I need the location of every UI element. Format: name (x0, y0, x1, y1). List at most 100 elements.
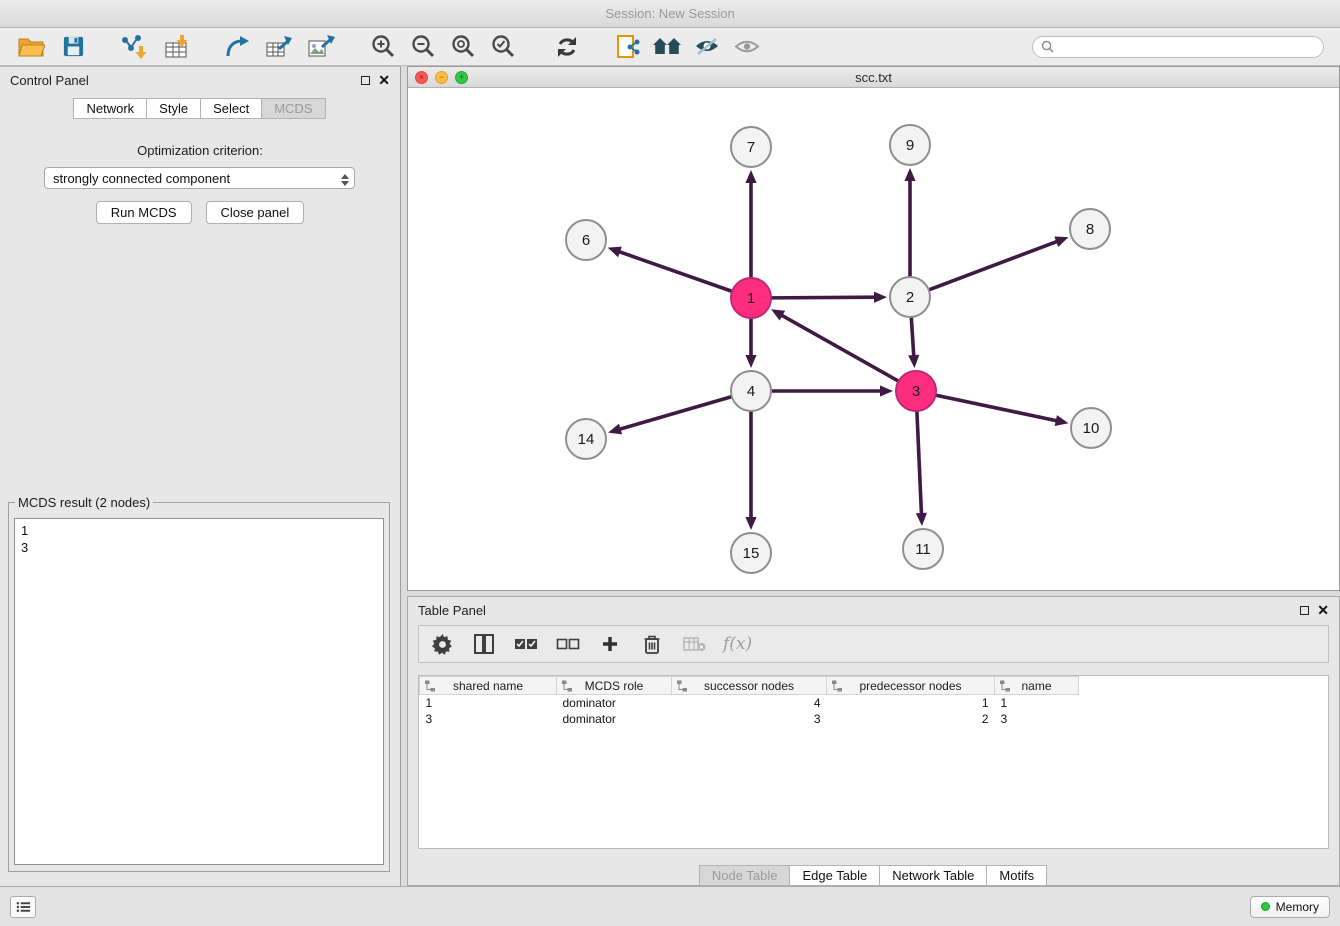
show-hide-icon[interactable] (730, 31, 764, 63)
close-table-panel-icon[interactable]: ✕ (1317, 603, 1329, 617)
open-session-icon[interactable] (14, 31, 48, 63)
table-tab-motifs[interactable]: Motifs (986, 865, 1047, 886)
node-label: 8 (1086, 221, 1094, 238)
graph-node-7[interactable]: 7 (731, 127, 771, 167)
graph-node-2[interactable]: 2 (890, 277, 930, 317)
run-mcds-button[interactable]: Run MCDS (96, 201, 192, 224)
refresh-view-icon[interactable] (550, 31, 584, 63)
node-table-container[interactable]: shared name MCDS role successor nodesprede… (418, 675, 1329, 849)
table-row[interactable]: 3dominator323 (420, 711, 1329, 727)
import-table-icon[interactable] (160, 31, 194, 63)
edge-1-7[interactable] (745, 170, 756, 278)
float-table-panel-icon[interactable] (1300, 606, 1309, 615)
edge-3-10[interactable] (936, 395, 1069, 426)
window-titlebar[interactable]: Session: New Session (0, 0, 1340, 28)
column-header-mcds-role[interactable]: MCDS role (557, 677, 672, 695)
graph-node-14[interactable]: 14 (566, 419, 606, 459)
edge-1-4[interactable] (745, 318, 756, 368)
task-history-button[interactable] (10, 896, 36, 918)
sort-icon (561, 680, 573, 692)
float-panel-icon[interactable] (361, 76, 370, 85)
zoom-selected-icon[interactable] (486, 31, 520, 63)
control-panel-header: Control Panel ✕ (0, 67, 400, 93)
graph-node-4[interactable]: 4 (731, 371, 771, 411)
column-header-filler (1079, 677, 1329, 695)
graph-node-10[interactable]: 10 (1071, 408, 1111, 448)
control-panel-tab-style[interactable]: Style (146, 98, 201, 119)
import-network-icon[interactable] (116, 31, 150, 63)
control-panel-tab-network[interactable]: Network (73, 98, 147, 119)
close-panel-button[interactable]: Close panel (206, 201, 305, 224)
add-row-icon[interactable] (597, 629, 623, 659)
graph-node-11[interactable]: 11 (903, 529, 943, 569)
zoom-window-icon[interactable]: + (455, 71, 468, 84)
edge-4-14[interactable] (608, 397, 732, 435)
control-panel-tabs: NetworkStyleSelectMCDS (0, 98, 400, 119)
network-window-title: scc.txt (408, 70, 1339, 85)
edge-2-3[interactable] (908, 317, 919, 368)
zoom-out-icon[interactable] (406, 31, 440, 63)
graph-node-8[interactable]: 8 (1070, 209, 1110, 249)
column-header-successor-nodes[interactable]: successor nodes (672, 677, 827, 695)
dropdown-stepper-icon (341, 170, 349, 190)
unselect-all-icon[interactable] (555, 629, 581, 659)
search-input[interactable] (1059, 40, 1315, 54)
edge-2-9[interactable] (904, 168, 915, 277)
delete-column-icon[interactable] (681, 629, 707, 659)
show-columns-icon[interactable] (471, 629, 497, 659)
column-header-shared-name[interactable]: shared name (420, 677, 557, 695)
graph-node-15[interactable]: 15 (731, 533, 771, 573)
edge-4-3[interactable] (771, 385, 893, 396)
save-session-icon[interactable] (56, 31, 90, 63)
table-tab-network-table[interactable]: Network Table (879, 865, 987, 886)
node-label: 6 (582, 232, 590, 249)
edge-3-11[interactable] (916, 411, 927, 526)
column-header-predecessor-nodes[interactable]: predecessor nodes (827, 677, 995, 695)
optimization-dropdown[interactable]: strongly connected component (44, 167, 355, 189)
select-all-icon[interactable] (513, 629, 539, 659)
close-panel-icon[interactable]: ✕ (378, 73, 390, 87)
column-header-name[interactable]: name (995, 677, 1079, 695)
node-label: 15 (743, 545, 760, 562)
close-window-icon[interactable]: × (415, 71, 428, 84)
column-header-label: name (1021, 679, 1051, 693)
table-tab-edge-table[interactable]: Edge Table (789, 865, 880, 886)
delete-row-icon[interactable] (639, 629, 665, 659)
graph-node-1[interactable]: 1 (731, 278, 771, 318)
copy-network-view-icon[interactable] (610, 31, 644, 63)
edge-4-15[interactable] (745, 411, 756, 530)
graph-node-6[interactable]: 6 (566, 220, 606, 260)
edge-1-2[interactable] (771, 292, 887, 303)
function-builder-icon[interactable]: f(x) (723, 629, 752, 659)
zoom-fit-icon[interactable] (446, 31, 480, 63)
control-panel-tab-mcds[interactable]: MCDS (261, 98, 325, 119)
graph-node-3[interactable]: 3 (896, 371, 936, 411)
export-image-icon[interactable] (304, 31, 338, 63)
export-table-icon[interactable] (262, 31, 296, 63)
graph-node-9[interactable]: 9 (890, 125, 930, 165)
minimize-window-icon[interactable]: − (435, 71, 448, 84)
table-tab-node-table[interactable]: Node Table (699, 865, 791, 886)
table-row[interactable]: 1dominator411 (420, 695, 1329, 711)
optimization-label: Optimization criterion: (0, 143, 400, 158)
edge-2-8[interactable] (929, 236, 1069, 289)
memory-button[interactable]: Memory (1250, 896, 1330, 918)
node-label: 9 (906, 137, 914, 154)
zoom-in-icon[interactable] (366, 31, 400, 63)
search-box[interactable] (1032, 36, 1324, 58)
filter-icon[interactable] (690, 31, 724, 63)
table-cell: 1 (827, 695, 995, 711)
network-window-titlebar[interactable]: × − + scc.txt (408, 67, 1339, 88)
network-overview-icon[interactable] (650, 31, 684, 63)
table-settings-icon[interactable] (429, 629, 455, 659)
network-window: × − + scc.txt 7 9 6 8 1 2 4 3 14 10 15 11 (407, 66, 1340, 591)
mcds-result-text[interactable]: 13 (14, 518, 384, 865)
edge-3-1[interactable] (771, 309, 899, 381)
column-header-label: MCDS role (585, 679, 644, 693)
new-network-icon[interactable] (220, 31, 254, 63)
network-canvas[interactable]: 7 9 6 8 1 2 4 3 14 10 15 11 (408, 88, 1339, 590)
table-toolbar: f(x) (418, 625, 1329, 663)
node-table: shared name MCDS role successor nodesprede… (419, 676, 1328, 727)
edge-1-6[interactable] (608, 247, 732, 292)
control-panel-tab-select[interactable]: Select (200, 98, 262, 119)
